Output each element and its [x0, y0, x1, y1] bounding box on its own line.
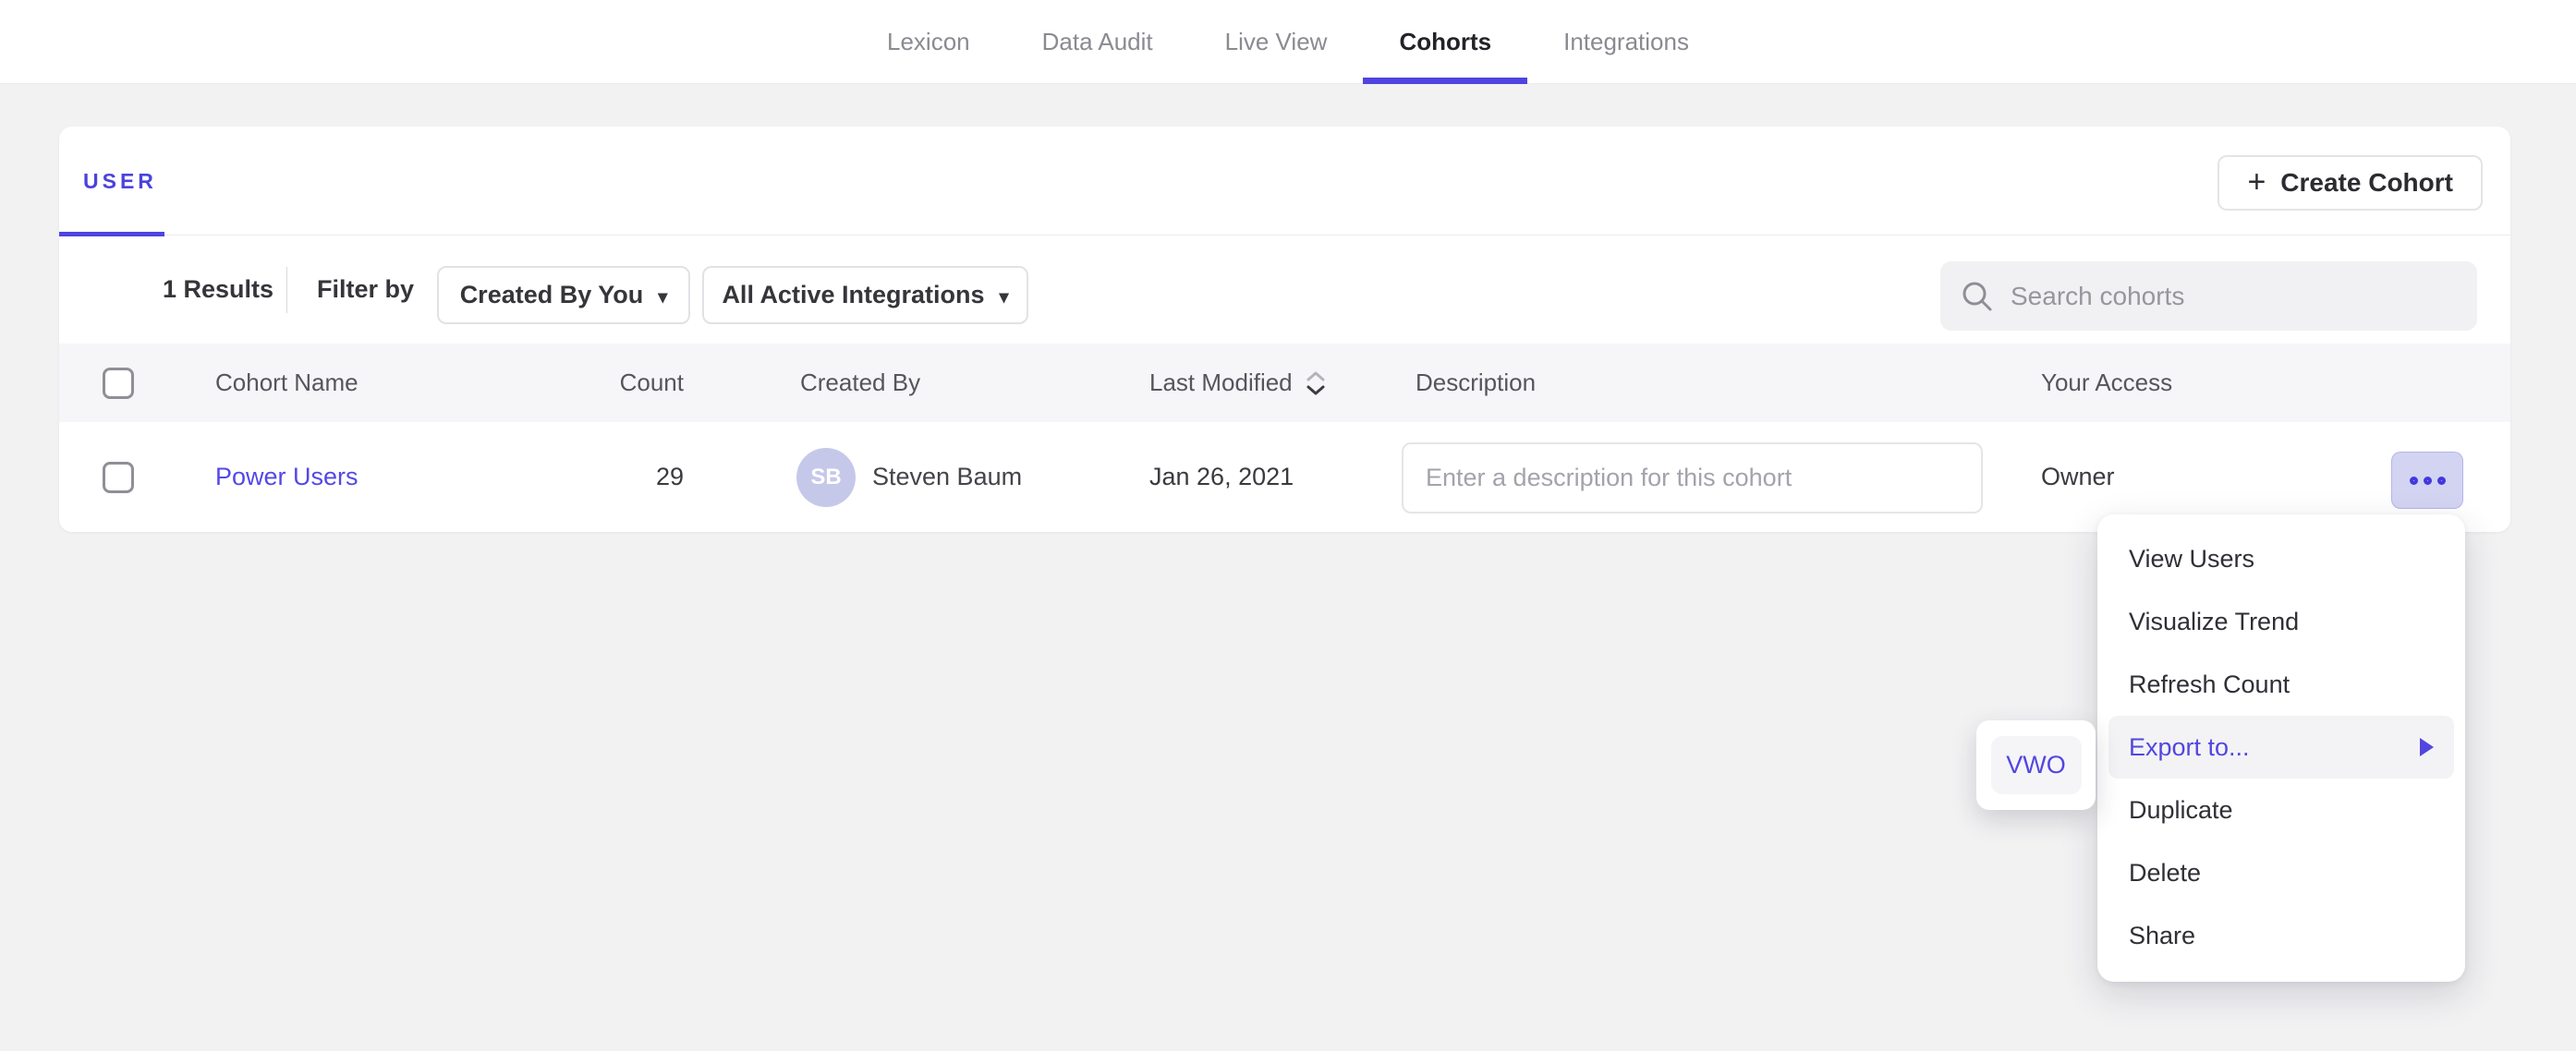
- cohort-type-row: USER + Create Cohort: [59, 127, 2510, 236]
- menu-item-delete[interactable]: Delete: [2108, 841, 2454, 904]
- chevron-down-icon: ▾: [1000, 285, 1009, 308]
- avatar: SB: [796, 448, 856, 507]
- created-by-filter-dropdown[interactable]: Created By You ▾: [437, 266, 690, 324]
- menu-item-export-to[interactable]: Export to...: [2108, 716, 2454, 779]
- description-input[interactable]: [1402, 442, 1983, 513]
- submenu-arrow-icon: [2420, 738, 2434, 756]
- menu-item-refresh-count[interactable]: Refresh Count: [2108, 653, 2454, 716]
- export-submenu: VWO: [1976, 720, 2096, 810]
- submenu-item-vwo[interactable]: VWO: [1991, 736, 2082, 794]
- ellipsis-icon: [2410, 477, 2418, 485]
- filter-by-label: Filter by: [317, 236, 414, 344]
- last-modified-date: Jan 26, 2021: [1149, 422, 1294, 532]
- search-icon: [1961, 280, 1994, 313]
- tab-live-view[interactable]: Live View: [1225, 0, 1328, 84]
- column-header-description: Description: [1416, 344, 1536, 422]
- column-header-your-access: Your Access: [2041, 344, 2172, 422]
- column-header-cohort-name: Cohort Name: [215, 344, 358, 422]
- create-cohort-label: Create Cohort: [2280, 168, 2453, 198]
- row-actions-button[interactable]: [2391, 452, 2463, 509]
- ellipsis-icon: [2437, 477, 2446, 485]
- cohort-name-link[interactable]: Power Users: [215, 463, 358, 491]
- integrations-filter-value: All Active Integrations: [722, 281, 984, 309]
- tab-data-audit[interactable]: Data Audit: [1042, 0, 1153, 84]
- column-header-count: Count: [573, 344, 684, 422]
- filter-toolbar: 1 Results Filter by Created By You ▾ All…: [59, 236, 2510, 344]
- access-value: Owner: [2041, 422, 2115, 532]
- cohort-count: 29: [573, 422, 684, 532]
- select-all-checkbox[interactable]: [103, 368, 134, 399]
- tab-user-cohorts[interactable]: USER: [59, 127, 157, 236]
- toolbar-divider: [286, 267, 287, 313]
- created-by-filter-value: Created By You: [460, 281, 644, 309]
- row-checkbox[interactable]: [103, 462, 134, 493]
- menu-item-visualize-trend[interactable]: Visualize Trend: [2108, 590, 2454, 653]
- ellipsis-icon: [2424, 477, 2432, 485]
- user-tab-label: USER: [83, 169, 157, 194]
- menu-item-view-users[interactable]: View Users: [2108, 527, 2454, 590]
- integrations-filter-dropdown[interactable]: All Active Integrations ▾: [702, 266, 1028, 324]
- chevron-down-icon: ▾: [658, 285, 667, 308]
- cohorts-panel: USER + Create Cohort 1 Results Filter by…: [59, 127, 2510, 532]
- tab-integrations[interactable]: Integrations: [1563, 0, 1689, 84]
- tab-cohorts[interactable]: Cohorts: [1399, 0, 1491, 84]
- results-count: 1 Results: [163, 236, 273, 344]
- search-cohorts-box: [1940, 261, 2477, 331]
- column-header-last-modified[interactable]: Last Modified: [1149, 344, 1328, 422]
- tab-lexicon[interactable]: Lexicon: [887, 0, 970, 84]
- plus-icon: +: [2247, 166, 2266, 198]
- row-actions-menu: View Users Visualize Trend Refresh Count…: [2097, 514, 2465, 982]
- column-header-created-by: Created By: [800, 344, 920, 422]
- created-by-name: Steven Baum: [872, 463, 1022, 491]
- search-cohorts-input[interactable]: [2011, 282, 2457, 311]
- create-cohort-button[interactable]: + Create Cohort: [2218, 155, 2483, 211]
- top-nav: Lexicon Data Audit Live View Cohorts Int…: [0, 0, 2576, 84]
- table-header-row: Cohort Name Count Created By Last Modifi…: [59, 344, 2510, 422]
- menu-item-share[interactable]: Share: [2108, 904, 2454, 967]
- menu-item-duplicate[interactable]: Duplicate: [2108, 779, 2454, 841]
- sort-icon[interactable]: [1304, 368, 1328, 398]
